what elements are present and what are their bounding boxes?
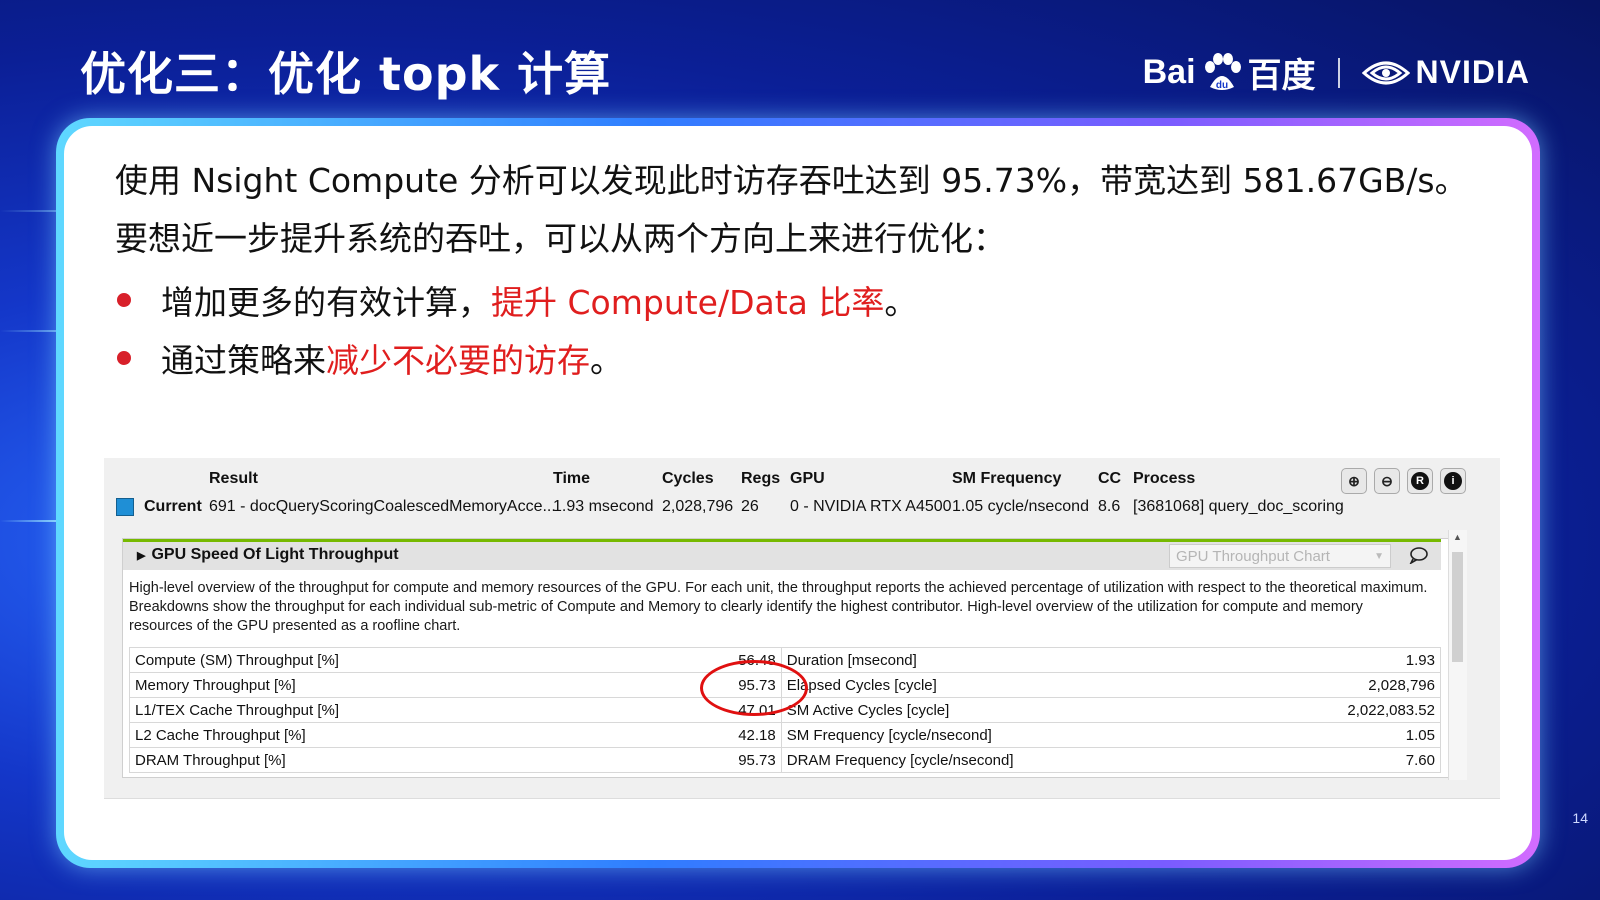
metric-value: 2,028,796 xyxy=(1342,672,1442,698)
current-sm-frequency: 1.05 cycle/nsecond xyxy=(952,498,1089,515)
header-cc: CC xyxy=(1098,470,1122,487)
bullet-highlight: 减少不必要的访存 xyxy=(326,341,590,380)
page-number: 14 xyxy=(1572,810,1588,826)
add-icon[interactable]: ⊕ xyxy=(1341,468,1367,494)
bullet-dot xyxy=(117,293,131,307)
metric-value: 95.73 xyxy=(707,747,782,773)
current-cc: 8.6 xyxy=(1098,498,1121,515)
bullet-highlight: 提升 Compute/Data 比率 xyxy=(491,283,885,322)
nsight-compute-panel: Result Time Cycles Regs GPU SM Frequency… xyxy=(104,458,1500,799)
metric-label: Compute (SM) Throughput [%] xyxy=(129,647,708,673)
metric-label: Duration [msecond] xyxy=(780,647,1343,673)
metric-label: L1/TEX Cache Throughput [%] xyxy=(129,697,708,723)
svg-text:du: du xyxy=(1215,80,1227,91)
metric-label: SM Frequency [cycle/nsecond] xyxy=(780,722,1343,748)
header-regs: Regs xyxy=(741,470,781,487)
header-sm-frequency: SM Frequency xyxy=(952,470,1062,487)
nvidia-logo: NVIDIA xyxy=(1361,54,1530,91)
current-result[interactable]: 691 - docQueryScoringCoalescedMemoryAcce… xyxy=(209,498,556,516)
nvidia-eye-icon xyxy=(1361,61,1410,84)
current-time: 1.93 msecond xyxy=(553,498,654,515)
metric-value: 42.18 xyxy=(707,722,782,748)
bullet-text: 增加更多的有效计算， xyxy=(161,283,491,322)
header-result: Result xyxy=(209,470,258,487)
logo-divider xyxy=(1337,57,1340,88)
section-title[interactable]: ▶ GPU Speed Of Light Throughput xyxy=(137,546,399,564)
metric-label: Elapsed Cycles [cycle] xyxy=(780,672,1343,698)
scroll-up-icon[interactable]: ▲ xyxy=(1453,532,1462,542)
baidu-paw-icon: du xyxy=(1204,52,1241,91)
remove-icon[interactable]: ⊖ xyxy=(1374,468,1400,494)
expand-triangle-icon[interactable]: ▶ xyxy=(137,550,145,562)
current-label[interactable]: Current xyxy=(144,498,202,516)
bullet-dot xyxy=(117,351,131,365)
metric-label: DRAM Throughput [%] xyxy=(129,747,708,773)
gpu-sol-section: ▶ GPU Speed Of Light Throughput GPU Throu… xyxy=(122,538,1460,778)
comment-icon[interactable] xyxy=(1409,546,1429,564)
bullet-end: 。 xyxy=(884,283,918,322)
info-icon[interactable]: i xyxy=(1440,468,1466,494)
header-logos: Bai du 百度 NVIDIA xyxy=(1143,48,1530,97)
section-header[interactable]: ▶ GPU Speed Of Light Throughput GPU Throu… xyxy=(123,539,1441,570)
chart-select-value: GPU Throughput Chart xyxy=(1176,548,1330,565)
scrollbar-thumb[interactable] xyxy=(1452,552,1463,662)
metric-value: 2,022,083.52 xyxy=(1342,697,1442,723)
baidu-logo-text-right: 百度 xyxy=(1247,57,1316,95)
table-row: L2 Cache Throughput [%] 42.18 SM Frequen… xyxy=(129,722,1442,748)
bullet-item: 通过策略来 减少不必要的访存 。 xyxy=(115,334,623,382)
metric-label: Memory Throughput [%] xyxy=(129,672,708,698)
current-color-swatch xyxy=(116,498,134,516)
header-time: Time xyxy=(553,470,591,487)
chevron-down-icon: ▼ xyxy=(1374,551,1384,562)
current-cycles: 2,028,796 xyxy=(662,498,734,515)
intro-paragraph: 使用 Nsight Compute 分析可以发现此时访存吞吐达到 95.73%，… xyxy=(115,161,1468,258)
metric-value: 1.93 xyxy=(1342,647,1442,673)
slide-title: 优化三：优化 topk 计算 xyxy=(80,47,612,101)
header-cycles: Cycles xyxy=(662,470,714,487)
metric-label: L2 Cache Throughput [%] xyxy=(129,722,708,748)
metric-label: SM Active Cycles [cycle] xyxy=(780,697,1343,723)
current-gpu: 0 - NVIDIA RTX A4500 xyxy=(790,498,952,515)
header-process: Process xyxy=(1133,470,1196,487)
bullet-item: 增加更多的有效计算， 提升 Compute/Data 比率 。 xyxy=(115,276,917,324)
record-icon[interactable]: R xyxy=(1407,468,1433,494)
light-streak xyxy=(0,520,60,522)
baidu-logo-text-left: Bai xyxy=(1142,53,1196,91)
metric-label: DRAM Frequency [cycle/nsecond] xyxy=(780,747,1343,773)
baidu-logo: Bai du 百度 xyxy=(1143,48,1316,97)
current-regs: 26 xyxy=(741,498,759,515)
current-process: [3681068] query_doc_scoring xyxy=(1133,498,1344,515)
nvidia-logo-text: NVIDIA xyxy=(1415,54,1530,90)
header-gpu: GPU xyxy=(790,470,825,487)
metric-value: 1.05 xyxy=(1342,722,1442,748)
vertical-scrollbar[interactable]: ▲ xyxy=(1448,530,1467,780)
section-title-text: GPU Speed Of Light Throughput xyxy=(151,546,399,563)
section-description: High-level overview of the throughput fo… xyxy=(129,580,1428,634)
table-row: DRAM Throughput [%] 95.73 DRAM Frequency… xyxy=(129,747,1442,773)
metric-value: 7.60 xyxy=(1342,747,1442,773)
highlight-circle xyxy=(700,660,808,716)
bullet-end: 。 xyxy=(590,341,623,380)
bullet-text: 通过策略来 xyxy=(161,341,326,380)
chart-select[interactable]: GPU Throughput Chart ▼ xyxy=(1169,544,1391,568)
